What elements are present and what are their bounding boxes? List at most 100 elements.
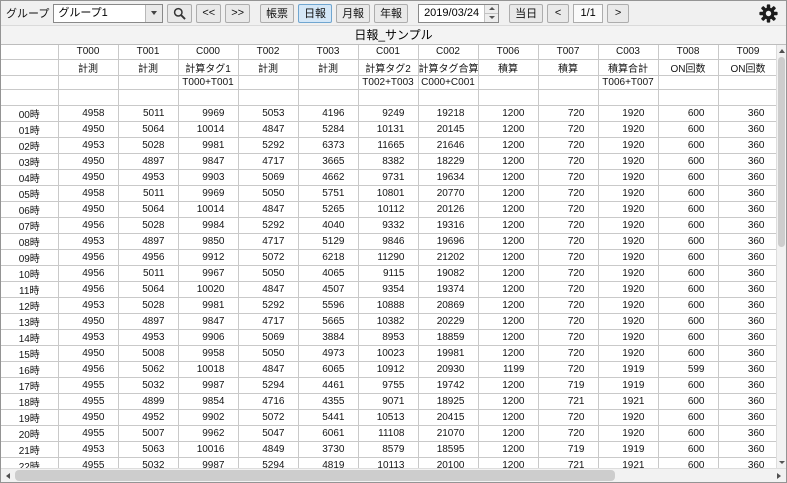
value-cell: 6061 — [298, 425, 358, 441]
value-cell: 18859 — [418, 329, 478, 345]
page-prev-button[interactable]: < — [547, 4, 569, 23]
value-cell: 19742 — [418, 377, 478, 393]
search-button[interactable] — [167, 4, 192, 23]
value-cell: 5284 — [298, 121, 358, 137]
value-cell: 600 — [658, 185, 718, 201]
spinner-up-button[interactable] — [485, 5, 498, 13]
monthly-report-button[interactable]: 月報 — [336, 4, 370, 23]
value-cell: 1200 — [478, 409, 538, 425]
value-cell: 4955 — [58, 393, 118, 409]
value-cell: 10018 — [178, 361, 238, 377]
value-cell: 720 — [538, 153, 598, 169]
value-cell: 4950 — [58, 345, 118, 361]
blank-header-cell — [178, 89, 238, 105]
column-tag: T009 — [718, 45, 776, 59]
corner-cell — [1, 75, 58, 89]
column-formula: T006+T007 — [598, 75, 658, 89]
value-cell: 9847 — [178, 313, 238, 329]
value-cell: 4897 — [118, 233, 178, 249]
value-cell: 1200 — [478, 169, 538, 185]
row-label: 13時 — [1, 313, 58, 329]
column-formula — [718, 75, 776, 89]
blank-header-cell — [478, 89, 538, 105]
chevron-down-icon[interactable] — [145, 5, 162, 22]
scroll-down-icon — [779, 461, 785, 464]
column-formula — [298, 75, 358, 89]
value-cell: 720 — [538, 137, 598, 153]
value-cell: 5072 — [238, 409, 298, 425]
report-form-button[interactable]: 帳票 — [260, 4, 294, 23]
value-cell: 9846 — [358, 233, 418, 249]
value-cell: 600 — [658, 457, 718, 468]
scroll-left-button[interactable] — [1, 469, 15, 482]
value-cell: 4950 — [58, 169, 118, 185]
value-cell: 5011 — [118, 105, 178, 121]
horizontal-scroll-track[interactable] — [15, 469, 772, 482]
today-button[interactable]: 当日 — [509, 4, 543, 23]
daily-report-button[interactable]: 日報 — [298, 4, 332, 23]
vertical-scroll-track[interactable] — [777, 57, 786, 456]
value-cell: 6373 — [298, 137, 358, 153]
settings-button[interactable] — [755, 2, 781, 24]
value-cell: 5064 — [118, 281, 178, 297]
value-cell: 5064 — [118, 201, 178, 217]
next-group-button[interactable]: >> — [225, 4, 250, 23]
value-cell: 5265 — [298, 201, 358, 217]
value-cell: 4955 — [58, 457, 118, 468]
corner-cell — [1, 89, 58, 105]
value-cell: 6218 — [298, 249, 358, 265]
vertical-scroll-thumb[interactable] — [778, 57, 785, 247]
scroll-up-button[interactable] — [777, 45, 786, 57]
table-row: 20時4955500799625047606111108210701200720… — [1, 425, 776, 441]
column-tag: C000 — [178, 45, 238, 59]
value-cell: 20930 — [418, 361, 478, 377]
value-cell: 360 — [718, 169, 776, 185]
value-cell: 600 — [658, 313, 718, 329]
value-cell: 4849 — [238, 441, 298, 457]
column-type: ON回数 — [718, 59, 776, 75]
table-row: 12時4953502899815292559610888208691200720… — [1, 297, 776, 313]
prev-group-button[interactable]: << — [196, 4, 221, 23]
value-cell: 4355 — [298, 393, 358, 409]
value-cell: 720 — [538, 201, 598, 217]
value-cell: 360 — [718, 249, 776, 265]
value-cell: 4847 — [238, 121, 298, 137]
horizontal-scroll-thumb[interactable] — [15, 470, 615, 481]
value-cell: 18925 — [418, 393, 478, 409]
spinner-down-icon — [489, 16, 495, 19]
table-row: 21時4953506310016484937308579185951200719… — [1, 441, 776, 457]
value-cell: 360 — [718, 137, 776, 153]
spinner-down-button[interactable] — [485, 13, 498, 22]
value-cell: 8953 — [358, 329, 418, 345]
value-cell: 1200 — [478, 105, 538, 121]
vertical-scrollbar[interactable] — [776, 45, 786, 468]
table-row: 10時4956501199675050406591151908212007201… — [1, 265, 776, 281]
group-select[interactable]: グループ1 — [53, 4, 163, 23]
value-cell: 360 — [718, 217, 776, 233]
value-cell: 5072 — [238, 249, 298, 265]
row-label: 01時 — [1, 121, 58, 137]
value-cell: 1921 — [598, 457, 658, 468]
blank-header-cell — [238, 89, 298, 105]
value-cell: 9987 — [178, 457, 238, 468]
value-cell: 600 — [658, 137, 718, 153]
column-tag: T008 — [658, 45, 718, 59]
value-cell: 11290 — [358, 249, 418, 265]
value-cell: 19082 — [418, 265, 478, 281]
value-cell: 9354 — [358, 281, 418, 297]
yearly-report-button[interactable]: 年報 — [374, 4, 408, 23]
value-cell: 360 — [718, 345, 776, 361]
column-tag: T001 — [118, 45, 178, 59]
page-next-button[interactable]: > — [607, 4, 629, 23]
value-cell: 4717 — [238, 233, 298, 249]
horizontal-scrollbar[interactable] — [1, 468, 786, 482]
scroll-down-button[interactable] — [777, 456, 786, 468]
row-label: 05時 — [1, 185, 58, 201]
value-cell: 721 — [538, 457, 598, 468]
value-cell: 9962 — [178, 425, 238, 441]
scroll-right-button[interactable] — [772, 469, 786, 482]
date-field[interactable]: 2019/03/24 — [418, 4, 499, 23]
value-cell: 10801 — [358, 185, 418, 201]
row-label: 03時 — [1, 153, 58, 169]
value-cell: 720 — [538, 345, 598, 361]
